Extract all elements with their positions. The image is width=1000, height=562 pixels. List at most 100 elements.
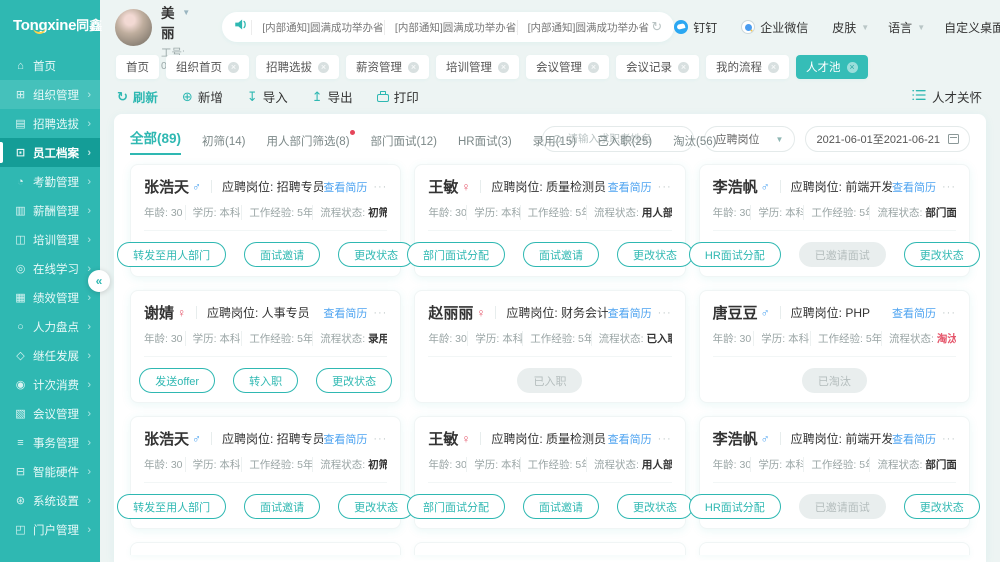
filter-tab-onboarded[interactable]: 已入职(25) <box>597 133 652 155</box>
view-resume-link[interactable]: 查看简历 <box>323 179 367 195</box>
tab-recruitment[interactable]: 招聘选拔 × <box>256 55 339 79</box>
card-action-button[interactable]: HR面试分配 <box>689 242 781 267</box>
close-icon[interactable]: × <box>768 62 779 73</box>
close-icon[interactable]: × <box>408 62 419 73</box>
toolbar-import-button[interactable]: 导入 <box>247 87 288 106</box>
filter-tab-all[interactable]: 全部(89) <box>130 127 181 155</box>
card-action-button[interactable]: 面试邀请 <box>244 494 320 519</box>
view-resume-link[interactable]: 查看简历 <box>323 431 367 447</box>
view-resume-link[interactable]: 查看简历 <box>892 431 936 447</box>
close-icon[interactable]: × <box>228 62 239 73</box>
more-actions-icon[interactable]: ··· <box>373 181 387 193</box>
tab-meeting[interactable]: 会议管理 × <box>526 55 609 79</box>
position-filter-select[interactable]: 应聘岗位 ▼ <box>704 126 796 152</box>
sidebar-item-org-management[interactable]: ⊞ 组织管理 › <box>0 80 100 109</box>
tab-salary[interactable]: 薪资管理 × <box>346 55 429 79</box>
toolbar-export-button[interactable]: 导出 <box>312 87 353 106</box>
view-resume-link[interactable]: 查看简历 <box>608 179 652 195</box>
card-action-button[interactable]: 转发至用人部门 <box>117 494 226 519</box>
toolbar-refresh-button[interactable]: 刷新 <box>117 87 158 106</box>
more-actions-icon[interactable]: ··· <box>658 307 672 319</box>
topbar-action-dingtalk[interactable]: 钉钉 <box>674 19 722 36</box>
more-actions-icon[interactable]: ··· <box>373 433 387 445</box>
close-icon[interactable]: × <box>847 62 858 73</box>
sidebar-item-training[interactable]: ◫ 培训管理 › <box>0 225 100 254</box>
card-action-button[interactable]: 发送offer <box>139 368 215 393</box>
topbar-action-language[interactable]: 语言 ▼ <box>888 19 925 36</box>
topbar-action-custom-desktop[interactable]: 自定义桌面 ▼ <box>944 19 1000 36</box>
more-actions-icon[interactable]: ··· <box>658 433 672 445</box>
card-action-button[interactable]: 更改状态 <box>338 494 414 519</box>
sidebar-item-recruitment[interactable]: ▤ 招聘选拔 › <box>0 109 100 138</box>
card-action-button[interactable]: 转入职 <box>233 368 298 393</box>
tab-training[interactable]: 培训管理 × <box>436 55 519 79</box>
filter-tab-first-screening[interactable]: 初筛(14) <box>202 133 245 155</box>
sidebar-item-employee-files[interactable]: ⊡ 员工档案 › <box>0 138 100 167</box>
sidebar-item-succession[interactable]: ◇ 继任发展 › <box>0 341 100 370</box>
more-actions-icon[interactable]: ··· <box>658 181 672 193</box>
talent-care-button[interactable]: 人才关怀 <box>912 87 982 106</box>
view-resume-link[interactable]: 查看简历 <box>323 305 367 321</box>
filter-tab-dept-interview[interactable]: 部门面试(12) <box>371 133 437 155</box>
tab-org-home[interactable]: 组织首页 × <box>166 55 249 79</box>
card-action-button[interactable]: 已邀请面试 <box>799 242 886 267</box>
user-menu[interactable]: 王美丽 ▼ <box>161 0 190 42</box>
close-icon[interactable]: × <box>498 62 509 73</box>
filter-tab-dept-screening[interactable]: 用人部门筛选(8) <box>266 133 349 155</box>
sidebar-collapse-button[interactable]: « <box>88 270 110 292</box>
card-action-button[interactable]: 面试邀请 <box>244 242 320 267</box>
sidebar-item-portal-management[interactable]: ◰ 门户管理 › <box>0 515 100 544</box>
more-actions-icon[interactable]: ··· <box>942 181 956 193</box>
card-action-button[interactable]: 已邀请面试 <box>799 494 886 519</box>
tab-home[interactable]: 首页 × <box>116 55 159 79</box>
sidebar-item-performance[interactable]: ▦ 绩效管理 › <box>0 283 100 312</box>
more-actions-icon[interactable]: ··· <box>373 307 387 319</box>
announcement-item[interactable]: [内部通知]圆满成功举办省人协会员... <box>517 20 650 35</box>
refresh-icon[interactable]: ↻ <box>651 19 662 35</box>
tab-my-process[interactable]: 我的流程 × <box>706 55 789 79</box>
card-action-button[interactable]: 面试邀请 <box>523 242 599 267</box>
toolbar-add-button[interactable]: 新增 <box>182 87 223 106</box>
card-action-button[interactable]: 已入职 <box>517 368 582 393</box>
sidebar-item-smart-hardware[interactable]: ⊟ 智能硬件 › <box>0 457 100 486</box>
card-action-button[interactable]: HR面试分配 <box>689 494 781 519</box>
sidebar-item-metered-consumption[interactable]: ◉ 计次消费 › <box>0 370 100 399</box>
close-icon[interactable]: × <box>318 62 329 73</box>
card-action-button[interactable]: 部门面试分配 <box>407 242 505 267</box>
card-action-button[interactable]: 更改状态 <box>338 242 414 267</box>
card-action-button[interactable]: 部门面试分配 <box>407 494 505 519</box>
close-icon[interactable]: × <box>678 62 689 73</box>
view-resume-link[interactable]: 查看简历 <box>892 179 936 195</box>
announcement-item[interactable]: [内部通知]圆满成功举办省人协会员... <box>251 20 384 35</box>
card-action-button[interactable]: 更改状态 <box>904 242 980 267</box>
card-action-button[interactable]: 转发至用人部门 <box>117 242 226 267</box>
topbar-action-skin[interactable]: 皮肤 ▼ <box>832 19 869 36</box>
sidebar-item-affairs-management[interactable]: ≡ 事务管理 › <box>0 428 100 457</box>
sidebar-item-attendance[interactable]: ◔ 考勤管理 › <box>0 167 100 196</box>
filter-tab-hr-interview[interactable]: HR面试(3) <box>458 133 512 155</box>
date-range-picker[interactable]: 2021-06-01至2021-06-21 <box>805 126 970 152</box>
card-action-button[interactable]: 更改状态 <box>904 494 980 519</box>
announcement-item[interactable]: [内部通知]圆满成功举办省人协会员... <box>384 20 517 35</box>
user-avatar[interactable] <box>115 9 152 46</box>
view-resume-link[interactable]: 查看简历 <box>608 305 652 321</box>
sidebar-item-online-learning[interactable]: ◎ 在线学习 › <box>0 254 100 283</box>
close-icon[interactable]: × <box>588 62 599 73</box>
card-action-button[interactable]: 更改状态 <box>316 368 392 393</box>
sidebar-item-hr-inventory[interactable]: ○ 人力盘点 › <box>0 312 100 341</box>
more-actions-icon[interactable]: ··· <box>942 307 956 319</box>
sidebar-item-system-settings[interactable]: ⊛ 系统设置 › <box>0 486 100 515</box>
more-actions-icon[interactable]: ··· <box>942 433 956 445</box>
card-action-button[interactable]: 更改状态 <box>617 242 693 267</box>
tab-meeting-records[interactable]: 会议记录 × <box>616 55 699 79</box>
card-action-button[interactable]: 面试邀请 <box>523 494 599 519</box>
card-action-button[interactable]: 已淘汰 <box>802 368 867 393</box>
sidebar-item-meeting-management[interactable]: ▧ 会议管理 › <box>0 399 100 428</box>
filter-tab-eliminated[interactable]: 淘汰(56) <box>673 133 716 155</box>
tab-talent-pool[interactable]: 人才池 × <box>796 55 868 79</box>
card-action-button[interactable]: 更改状态 <box>617 494 693 519</box>
toolbar-print-button[interactable]: 打印 <box>377 87 419 106</box>
view-resume-link[interactable]: 查看简历 <box>608 431 652 447</box>
sidebar-item-home[interactable]: ⌂ 首页 <box>0 51 100 80</box>
sidebar-item-salary[interactable]: ▥ 薪酬管理 › <box>0 196 100 225</box>
